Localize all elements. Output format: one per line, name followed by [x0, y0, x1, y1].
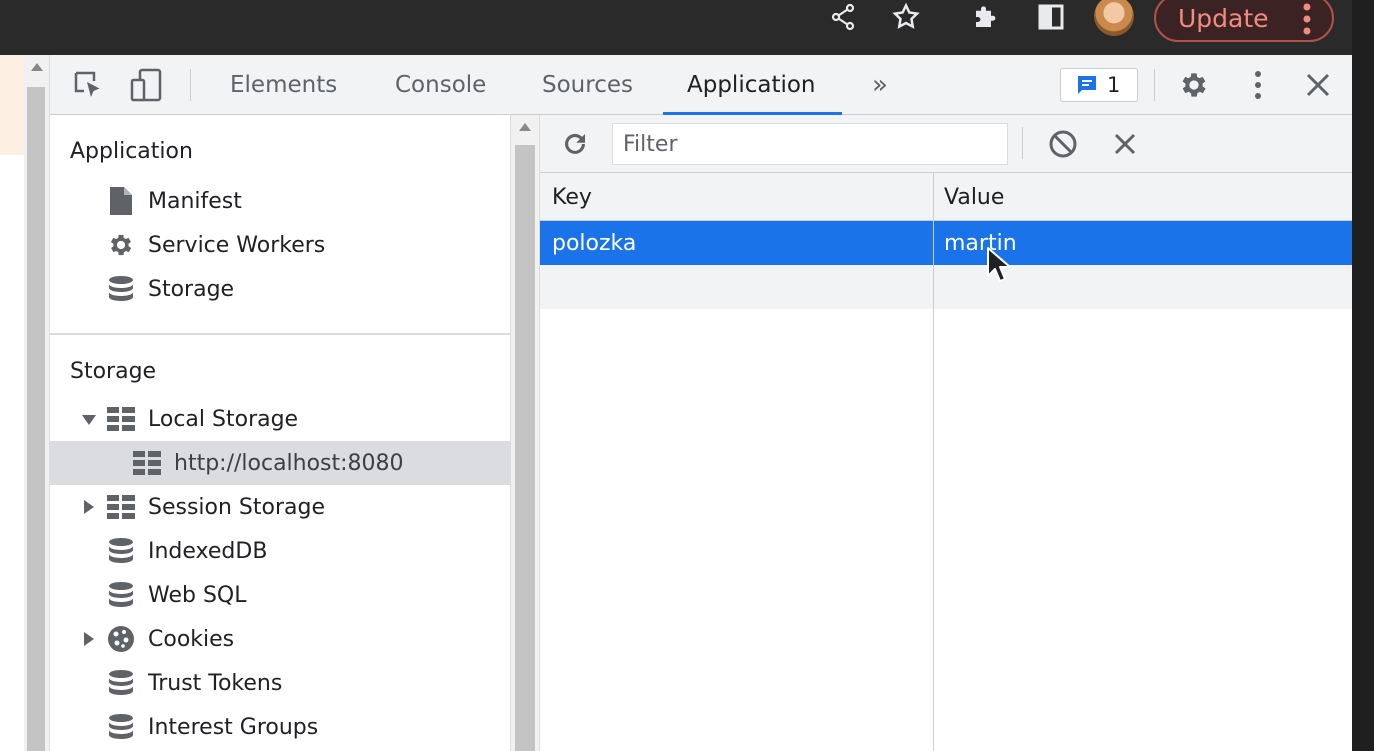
application-sidebar: Application Manifest Service Workers Sto… — [50, 115, 510, 751]
sidebar-item-cookies[interactable]: Cookies — [50, 617, 510, 661]
extensions-puzzle-icon[interactable] — [968, 0, 1004, 34]
sidebar-item-storage-overview[interactable]: Storage — [50, 267, 510, 311]
expand-arrow-right-icon[interactable] — [84, 632, 94, 646]
sidebar-scrollbar[interactable] — [510, 115, 540, 751]
expand-arrow-down-icon[interactable] — [82, 415, 96, 425]
sidebar-item-trust-tokens[interactable]: Trust Tokens — [50, 661, 510, 705]
sidebar-item-web-sql[interactable]: Web SQL — [50, 573, 510, 617]
sidebar-item-local-storage[interactable]: Local Storage — [50, 397, 510, 441]
issues-count: 1 — [1107, 73, 1121, 97]
cell-key[interactable]: polozka — [552, 221, 636, 265]
refresh-icon[interactable] — [556, 125, 594, 163]
issues-badge[interactable]: 1 — [1060, 68, 1138, 102]
tab-elements[interactable]: Elements — [230, 55, 337, 115]
database-icon — [106, 668, 136, 698]
storage-toolbar — [540, 115, 1352, 173]
sidebar-section-storage: Storage — [70, 359, 157, 384]
sidebar-item-indexeddb[interactable]: IndexedDB — [50, 529, 510, 573]
inspect-element-icon[interactable] — [70, 67, 106, 103]
page-scrollbar[interactable] — [24, 55, 50, 751]
browser-toolbar: Update • • • — [0, 0, 1352, 55]
update-button-label: Update — [1178, 3, 1269, 33]
sidebar-section-application: Application — [70, 139, 193, 164]
page-content-edge — [0, 55, 24, 751]
customize-more-icon[interactable] — [1240, 67, 1276, 103]
grid-header: Key Value — [540, 173, 1352, 221]
filter-input[interactable] — [612, 123, 1008, 165]
more-vert-icon: • • • — [1299, 0, 1314, 46]
file-icon — [106, 186, 136, 216]
sidebar-item-session-storage[interactable]: Session Storage — [50, 485, 510, 529]
table-row[interactable]: polozka martin — [540, 221, 1352, 265]
tab-application[interactable]: Application — [663, 55, 841, 115]
clear-all-block-icon[interactable] — [1044, 125, 1082, 163]
database-icon — [106, 274, 136, 304]
gear-icon — [106, 230, 136, 260]
message-icon — [1078, 76, 1096, 94]
share-icon[interactable] — [826, 0, 860, 34]
table-icon — [132, 448, 162, 478]
bookmark-star-icon[interactable] — [888, 0, 924, 34]
profile-avatar[interactable] — [1094, 0, 1134, 36]
side-panel-icon[interactable] — [1034, 0, 1068, 34]
devtools-panel: Elements Console Sources Application » 1… — [50, 55, 1352, 751]
sidebar-item-interest-groups[interactable]: Interest Groups — [50, 705, 510, 749]
database-icon — [106, 712, 136, 742]
window-edge — [1352, 0, 1374, 751]
sidebar-item-manifest[interactable]: Manifest — [50, 179, 510, 223]
sidebar-item-service-workers[interactable]: Service Workers — [50, 223, 510, 267]
settings-gear-icon[interactable] — [1176, 67, 1212, 103]
database-icon — [106, 536, 136, 566]
table-icon — [106, 404, 136, 434]
update-button[interactable]: Update • • • — [1154, 0, 1334, 46]
database-icon — [106, 580, 136, 610]
mouse-pointer-icon — [987, 247, 1010, 282]
expand-arrow-right-icon[interactable] — [84, 500, 94, 514]
delete-selected-close-icon[interactable] — [1106, 125, 1144, 163]
storage-data-grid: Key Value polozka martin — [540, 173, 1352, 751]
cookie-icon — [106, 624, 136, 654]
devtools-toolbar: Elements Console Sources Application » 1 — [50, 55, 1352, 115]
column-divider[interactable] — [933, 173, 934, 751]
table-icon — [106, 492, 136, 522]
more-tabs-chevron-icon[interactable]: » — [862, 67, 898, 103]
sidebar-item-localhost-8080[interactable]: http://localhost:8080 — [50, 441, 510, 485]
storage-items-view: Key Value polozka martin — [540, 115, 1352, 751]
tab-console[interactable]: Console — [395, 55, 486, 115]
tab-sources[interactable]: Sources — [542, 55, 633, 115]
table-row-empty[interactable] — [540, 265, 1352, 309]
column-header-key[interactable]: Key — [552, 173, 592, 221]
device-toggle-icon[interactable] — [128, 67, 164, 103]
column-header-value[interactable]: Value — [944, 173, 1004, 221]
sidebar-divider — [50, 333, 510, 335]
close-devtools-icon[interactable] — [1300, 67, 1336, 103]
